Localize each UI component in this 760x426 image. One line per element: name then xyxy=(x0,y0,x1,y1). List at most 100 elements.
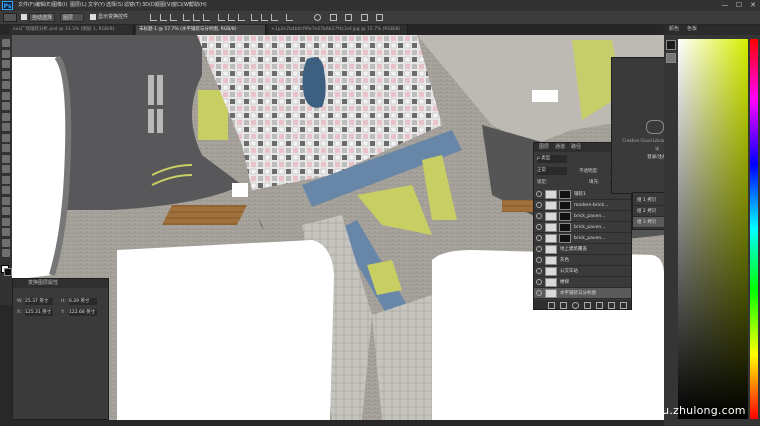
eraser-icon[interactable] xyxy=(2,144,10,152)
menu-item[interactable]: 选择(S) xyxy=(106,1,123,10)
auto-select-target-dropdown[interactable]: 图层 xyxy=(60,13,84,22)
height-field[interactable]: 6.29 英寸 xyxy=(69,298,97,305)
lasso-tool-icon[interactable] xyxy=(2,60,10,68)
visibility-eye-icon[interactable] xyxy=(536,235,542,241)
path-select-icon[interactable] xyxy=(2,207,10,215)
layer-mask-thumbnail[interactable] xyxy=(559,190,571,199)
3d-roll-icon[interactable] xyxy=(330,14,337,21)
layer-mask-thumbnail[interactable] xyxy=(559,201,571,210)
blend-mode-dropdown[interactable]: 正常 xyxy=(537,167,567,175)
menu-item[interactable]: 文字(Y) xyxy=(88,1,105,10)
menu-item[interactable]: 图像(I) xyxy=(52,1,67,10)
layer-name[interactable]: 组 2 拷贝 xyxy=(637,206,656,217)
maximize-button[interactable]: ☐ xyxy=(732,0,746,11)
visibility-eye-icon[interactable] xyxy=(536,279,542,285)
tab-channels[interactable]: 通道 xyxy=(552,143,568,152)
menu-item[interactable]: 文件(F) xyxy=(18,1,35,10)
tab-paths[interactable]: 路径 xyxy=(568,143,584,152)
clone-stamp-icon[interactable] xyxy=(2,123,10,131)
align-left-icon[interactable] xyxy=(183,14,190,21)
hue-slider[interactable] xyxy=(750,39,758,419)
layer-row[interactable]: brick_paven... xyxy=(534,233,631,244)
brush-tool-icon[interactable] xyxy=(2,112,10,121)
new-layer-icon[interactable] xyxy=(608,302,615,309)
document-tab[interactable]: xxx广场铺装分析.psd @ 33.3% (图层 1, RGB/8) xyxy=(10,25,134,35)
tab-color[interactable]: 颜色 xyxy=(666,25,682,34)
visibility-eye-icon[interactable] xyxy=(536,246,542,252)
color-field-picker[interactable] xyxy=(678,39,748,419)
visibility-eye-icon[interactable] xyxy=(536,191,542,197)
trash-icon[interactable] xyxy=(620,302,627,309)
color-icon[interactable] xyxy=(666,40,676,50)
align-right-icon[interactable] xyxy=(203,14,210,21)
tab-layers[interactable]: 图层 xyxy=(536,143,552,152)
layer-kind-filter[interactable]: ρ 类型 xyxy=(537,155,567,163)
visibility-eye-icon[interactable] xyxy=(536,224,542,230)
y-field[interactable]: 122.68 英寸 xyxy=(69,309,97,316)
layer-row[interactable]: brick_paven... xyxy=(534,211,631,222)
visibility-eye-icon[interactable] xyxy=(536,202,542,208)
layer-name[interactable]: 组 1 拷贝 xyxy=(637,195,656,206)
fx-icon[interactable] xyxy=(560,302,567,309)
menu-item[interactable]: 视图(V) xyxy=(155,1,172,10)
align-bottom-icon[interactable] xyxy=(170,14,177,21)
layer-row[interactable]: 地上建筑覆盖 xyxy=(534,244,631,255)
document-tab-active[interactable]: 未标题-1 @ 57.7% (水平铺装与分析图, RGB/8) xyxy=(136,25,266,35)
layer-row[interactable]: modern-brick... xyxy=(534,200,631,211)
align-top-icon[interactable] xyxy=(150,14,157,21)
dodge-tool-icon[interactable] xyxy=(2,175,10,184)
move-tool-icon[interactable] xyxy=(2,39,10,47)
zoom-tool-icon[interactable] xyxy=(2,238,10,247)
mask-icon[interactable] xyxy=(572,302,579,309)
layer-mask-thumbnail[interactable] xyxy=(559,212,571,221)
close-button[interactable]: ✕ xyxy=(746,0,760,11)
menu-item[interactable]: 编辑(E) xyxy=(35,1,52,10)
minimize-button[interactable]: — xyxy=(718,0,732,11)
show-transform-checkbox[interactable] xyxy=(90,14,96,20)
layer-mask-thumbnail[interactable] xyxy=(559,223,571,232)
gradient-tool-icon[interactable] xyxy=(2,154,10,163)
blur-tool-icon[interactable] xyxy=(2,165,10,173)
distribute-left-icon[interactable] xyxy=(251,14,258,21)
3d-scale-icon[interactable] xyxy=(376,14,383,21)
layer-row[interactable]: 楼梯 xyxy=(534,277,631,288)
layer-name[interactable]: 组 3 拷贝 xyxy=(637,217,656,228)
distribute-top-icon[interactable] xyxy=(218,14,225,21)
visibility-eye-icon[interactable] xyxy=(536,213,542,219)
visibility-eye-icon[interactable] xyxy=(536,268,542,274)
auto-align-icon[interactable] xyxy=(286,14,293,21)
layer-row[interactable]: 公交车站 xyxy=(534,266,631,277)
background-color-swatch[interactable] xyxy=(4,268,12,276)
hand-tool-icon[interactable] xyxy=(2,228,10,236)
pen-tool-icon[interactable] xyxy=(2,186,10,194)
layer-row[interactable]: 灰色 xyxy=(534,255,631,266)
magic-wand-icon[interactable] xyxy=(2,70,10,79)
history-brush-icon[interactable] xyxy=(2,133,10,142)
3d-slide-icon[interactable] xyxy=(361,14,368,21)
adjustment-icon[interactable] xyxy=(584,302,591,309)
width-field[interactable]: 25.37 英寸 xyxy=(25,298,53,305)
eyedropper-icon[interactable] xyxy=(2,91,10,100)
swatches-icon[interactable] xyxy=(666,53,676,63)
menu-item[interactable]: 图层(L) xyxy=(70,1,87,10)
x-field[interactable]: 125.31 英寸 xyxy=(25,309,53,316)
layer-row[interactable]: brick_paven... xyxy=(534,222,631,233)
healing-brush-icon[interactable] xyxy=(2,102,10,110)
menu-item[interactable]: 滤镜(T) xyxy=(124,1,141,10)
distribute-vcenter-icon[interactable] xyxy=(228,14,235,21)
visibility-eye-icon[interactable] xyxy=(536,290,542,296)
rectangle-tool-icon[interactable] xyxy=(2,217,10,226)
type-tool-icon[interactable] xyxy=(2,196,10,205)
marquee-tool-icon[interactable] xyxy=(2,49,10,58)
align-hcenter-icon[interactable] xyxy=(193,14,200,21)
distribute-bottom-icon[interactable] xyxy=(238,14,245,21)
link-layers-icon[interactable] xyxy=(548,302,555,309)
layer-mask-thumbnail[interactable] xyxy=(559,234,571,243)
edit-toolbar-icon[interactable] xyxy=(2,249,10,257)
document-tab[interactable]: ×1p2e7b4b0cf9fe7e07b6b27f4c2ef.jpg @ 72.… xyxy=(268,25,408,35)
move-tool-preset-icon[interactable] xyxy=(3,13,17,22)
visibility-eye-icon[interactable] xyxy=(536,257,542,263)
3d-pan-icon[interactable] xyxy=(345,14,352,21)
auto-select-checkbox[interactable] xyxy=(21,14,27,20)
menu-item[interactable]: 帮助(H) xyxy=(189,1,207,10)
